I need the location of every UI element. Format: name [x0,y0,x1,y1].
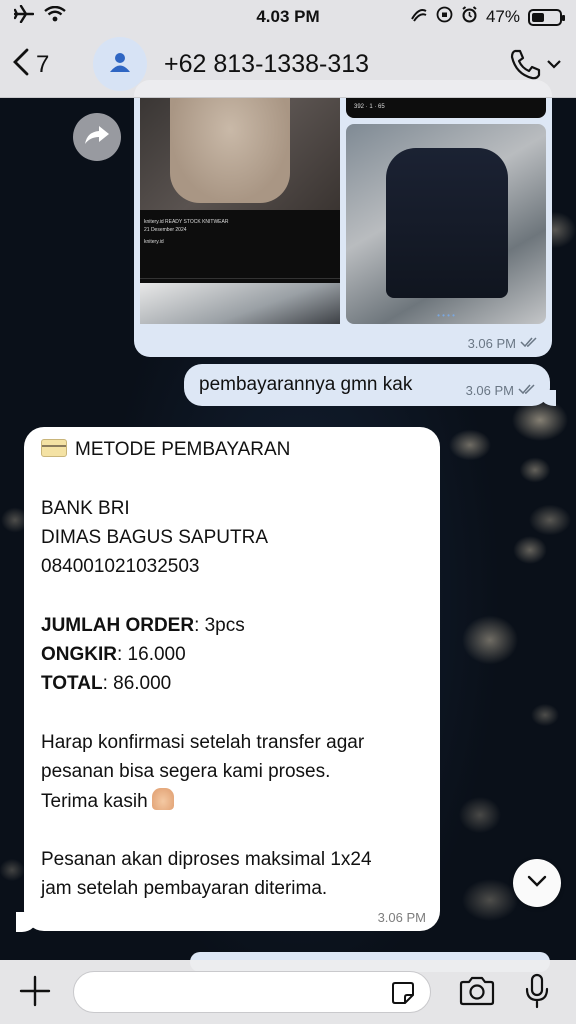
message-input[interactable] [73,971,431,1013]
photo-navy-sweater [140,283,340,324]
double-check-icon [518,383,536,398]
phone-icon [508,49,542,86]
photo-beige-sweater [140,98,340,210]
contact-name[interactable]: +62 813-1338-313 [164,50,369,79]
sticker-button[interactable] [390,980,416,1011]
double-check-icon [520,336,538,351]
message-body: METODE PEMBAYARAN BANK BRI DIMAS BAGUS S… [41,435,431,904]
status-bar: 4.03 PM 47% [0,0,576,34]
process-note: Pesanan akan diproses maksimal 1x24 [41,849,372,871]
microphone-icon [524,973,550,1013]
account-number: 084001021032503 [41,556,200,578]
image-message[interactable]: knitery.id READY STOCK KNITWEAR 21 Desem… [134,80,552,357]
carousel-dots: • • • • [437,311,455,320]
message-title: METODE PEMBAYARAN [41,435,431,464]
plus-icon [18,975,52,1012]
confirm-note: pesanan bisa segera kami proses. [41,761,331,783]
account-name: DIMAS BAGUS SAPUTRA [41,526,268,548]
bank-name: BANK BRI [41,497,130,519]
post-meta: knitery.id READY STOCK KNITWEAR 21 Desem… [144,219,229,245]
chevron-down-icon [546,56,562,73]
person-icon [109,51,131,78]
message-time: 3.06 PM [468,336,538,351]
thanks-note: Terima kasih [41,787,431,816]
praying-hands-icon [151,787,174,810]
share-button[interactable] [73,113,121,161]
outgoing-message[interactable]: pembayarannya gmn kak 3.06 PM [184,364,550,406]
avatar[interactable] [93,37,147,91]
photo-navy-jacket [386,148,508,298]
credit-card-icon [41,439,67,457]
battery-percent: 47% [485,7,520,26]
voice-button[interactable] [524,973,550,1014]
incoming-message[interactable]: METODE PEMBAYARAN BANK BRI DIMAS BAGUS S… [24,427,440,931]
unread-count: 7 [36,50,50,78]
battery-icon [528,8,565,26]
composer-bar [0,960,576,1024]
share-icon [84,124,110,151]
message-time: 3.06 PM [377,910,426,925]
top-bar: 4.03 PM 47% 7 +62 813-1338-313 [0,0,576,98]
post-stats-bar: 392 · 1 · 65 [346,98,546,118]
process-note: jam setelah pembayaran diterima. [41,878,328,900]
order-quantity: JUMLAH ORDER: 3pcs [41,614,245,636]
chat-header: 7 +62 813-1338-313 [0,34,576,98]
alarm-icon [461,6,478,28]
back-button[interactable]: 7 [12,48,49,81]
message-time: 3.06 PM [466,383,536,398]
total-amount: TOTAL: 86.000 [41,673,172,695]
nfc-icon [410,7,428,28]
call-button[interactable] [508,48,542,87]
screenshot-left[interactable]: knitery.id READY STOCK KNITWEAR 21 Desem… [140,98,340,324]
attach-button[interactable] [18,974,52,1013]
camera-icon [458,976,496,1010]
chevron-left-icon [12,48,30,81]
screenshot-right[interactable]: • • • • [346,124,546,324]
camera-button[interactable] [458,976,496,1011]
scroll-down-button[interactable] [513,859,561,907]
message-text: pembayarannya gmn kak [199,374,413,395]
orientation-lock-icon [436,6,453,28]
shipping-cost: ONGKIR: 16.000 [41,644,186,666]
call-options-button[interactable] [546,56,562,74]
sticker-icon [390,982,416,1010]
confirm-note: Harap konfirmasi setelah transfer agar [41,731,365,753]
chevron-down-icon [527,874,547,892]
